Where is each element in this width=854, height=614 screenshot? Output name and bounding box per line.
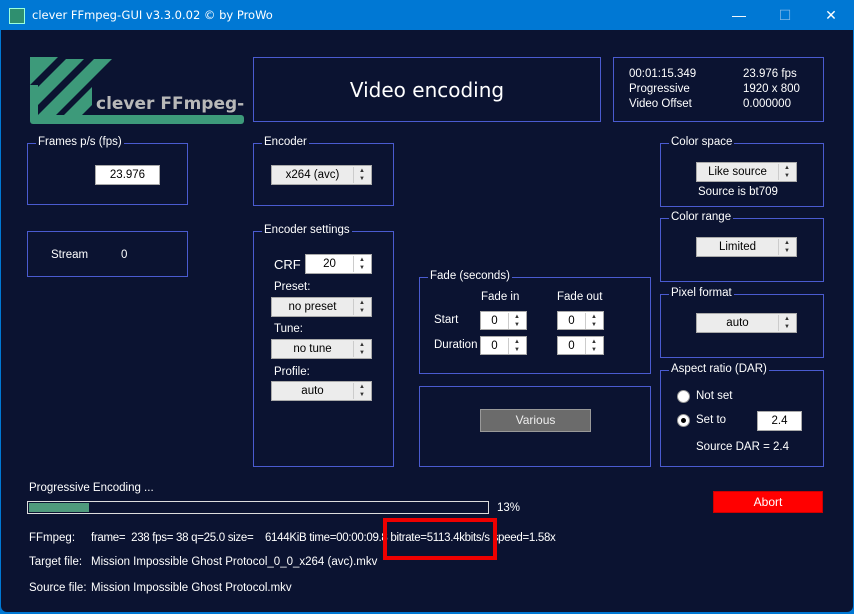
stream-label: Stream — [51, 249, 89, 261]
fps-info: 23.976 fps — [743, 68, 797, 80]
value: 2.4 — [771, 415, 788, 427]
source-file: Mission Impossible Ghost Protocol.mkv — [91, 582, 292, 594]
tune-spinner[interactable]: no tune ▲ ▼ — [271, 339, 372, 359]
pixel-format-legend: Pixel format — [669, 287, 734, 299]
crf-value: 20 — [323, 258, 336, 270]
value: auto — [726, 317, 749, 329]
ffmpeg-label: FFmpeg: — [29, 532, 76, 544]
fps-value: 23.976 — [109, 169, 146, 181]
spin-arrows-icon[interactable]: ▲ ▼ — [585, 337, 602, 354]
value: 0 — [568, 314, 575, 327]
crf-label: CRF — [274, 257, 301, 272]
info-panel: 00:01:15.349 23.976 fps Progressive 1920… — [613, 57, 824, 122]
source-label: Source file: — [29, 582, 87, 594]
pixel-format-group: Pixel format auto ▲ ▼ — [660, 287, 824, 358]
value: Like source — [708, 166, 767, 178]
title-panel: Video encoding — [253, 57, 601, 122]
source-dar: Source DAR = 2.4 — [696, 441, 790, 453]
value: 0 — [491, 314, 498, 327]
spin-arrows-icon[interactable]: ▲ ▼ — [778, 315, 795, 331]
aspect-legend: Aspect ratio (DAR) — [669, 363, 769, 375]
start-label: Start — [434, 314, 459, 326]
spin-arrows-icon[interactable]: ▲ ▼ — [508, 337, 525, 354]
various-button[interactable]: Various — [480, 409, 591, 432]
not-set-radio[interactable] — [677, 390, 690, 403]
not-set-label: Not set — [696, 390, 733, 402]
profile-label: Profile: — [274, 366, 310, 378]
pixel-format-spinner[interactable]: auto ▲ ▼ — [696, 313, 797, 333]
spin-arrows-icon[interactable]: ▲ ▼ — [353, 341, 370, 357]
logo-text: clever FFmpeg-GUI — [96, 94, 244, 114]
duration: 00:01:15.349 — [629, 68, 697, 80]
encoder-group: Encoder x264 (avc) ▲ ▼ — [253, 136, 394, 206]
preset-label: Preset: — [274, 281, 311, 293]
set-to-label: Set to — [696, 414, 727, 426]
color-space-legend: Color space — [669, 136, 735, 148]
spin-arrows-icon[interactable]: ▲ ▼ — [353, 167, 370, 183]
offset-value: 0.000000 — [743, 98, 791, 110]
value: 0 — [491, 339, 498, 352]
value: 0 — [568, 339, 575, 352]
frames-legend: Frames p/s (fps) — [36, 136, 124, 148]
encoder-value: x264 (avc) — [285, 169, 340, 181]
encoder-legend: Encoder — [262, 136, 309, 148]
spin-arrows-icon[interactable]: ▲ ▼ — [778, 164, 795, 180]
spin-arrows-icon[interactable]: ▲ ▼ — [778, 239, 795, 255]
duration-label: Duration — [434, 339, 478, 351]
stream-value: 0 — [121, 249, 128, 261]
spin-arrows-icon[interactable]: ▲ ▼ — [508, 312, 525, 329]
fade-out-start-spinner[interactable]: 0 ▲ ▼ — [557, 311, 604, 330]
progress-bar — [27, 501, 489, 514]
scan-type: Progressive — [629, 83, 690, 95]
color-range-spinner[interactable]: Limited ▲ ▼ — [696, 237, 797, 257]
color-space-spinner[interactable]: Like source ▲ ▼ — [696, 162, 797, 182]
target-label: Target file: — [29, 556, 83, 568]
offset-label: Video Offset — [629, 98, 692, 110]
aspect-ratio-group: Aspect ratio (DAR) Not set Set to 2.4 So… — [660, 363, 824, 467]
preset-spinner[interactable]: no preset ▲ ▼ — [271, 297, 372, 317]
preset-value: no preset — [288, 301, 337, 313]
fade-in-label: Fade in — [481, 291, 520, 303]
highlight-box — [383, 518, 497, 560]
frames-group: Frames p/s (fps) 23.976 — [27, 136, 188, 205]
dar-input[interactable]: 2.4 — [757, 411, 802, 431]
encoder-settings-legend: Encoder settings — [262, 224, 352, 236]
page-title: Video encoding — [349, 77, 505, 102]
fade-out-label: Fade out — [557, 291, 603, 303]
abort-button[interactable]: Abort — [713, 491, 823, 513]
ffmpeg-logo-icon: clever FFmpeg-GUI — [30, 57, 278, 124]
main-window: clever FFmpeg-GUI Video encoding 00:01:1… — [1, 30, 853, 612]
logo: clever FFmpeg-GUI — [28, 55, 278, 127]
spin-arrows-icon[interactable]: ▲ ▼ — [353, 383, 370, 399]
stream-panel: Stream 0 — [27, 231, 188, 277]
source-color-space: Source is bt709 — [698, 186, 778, 198]
spin-arrows-icon[interactable]: ▲ ▼ — [585, 312, 602, 329]
encoder-spinner[interactable]: x264 (avc) ▲ ▼ — [271, 165, 372, 185]
tune-value: no tune — [293, 343, 332, 355]
fps-input[interactable]: 23.976 — [95, 165, 160, 185]
color-range-legend: Color range — [669, 211, 734, 223]
fade-legend: Fade (seconds) — [428, 270, 512, 282]
progress-percent: 13% — [497, 502, 521, 514]
progress-status: Progressive Encoding ... — [29, 482, 154, 494]
fade-in-start-spinner[interactable]: 0 ▲ ▼ — [480, 311, 527, 330]
profile-value: auto — [301, 385, 324, 397]
fade-out-duration-spinner[interactable]: 0 ▲ ▼ — [557, 336, 604, 355]
resolution: 1920 x 800 — [743, 83, 800, 95]
encoder-settings-group: Encoder settings CRF 20 ▲ ▼ Preset: no pre… — [253, 224, 394, 467]
fade-in-duration-spinner[interactable]: 0 ▲ ▼ — [480, 336, 527, 355]
color-space-group: Color space Like source ▲ ▼ Source is bt70… — [660, 136, 824, 207]
value: Limited — [718, 241, 757, 253]
spin-arrows-icon[interactable]: ▲ ▼ — [353, 299, 370, 315]
color-range-group: Color range Limited ▲ ▼ — [660, 211, 824, 282]
fade-group: Fade (seconds) Fade in Fade out Start Du… — [419, 270, 651, 374]
crf-spinner[interactable]: 20 ▲ ▼ — [305, 254, 372, 274]
progress-fill — [29, 503, 89, 512]
spin-arrows-icon[interactable]: ▲ ▼ — [353, 256, 370, 272]
set-to-radio[interactable] — [677, 414, 690, 427]
target-file: Mission Impossible Ghost Protocol_0_0_x2… — [91, 556, 378, 568]
various-panel: Various — [419, 386, 651, 467]
profile-spinner[interactable]: auto ▲ ▼ — [271, 381, 372, 401]
tune-label: Tune: — [274, 323, 303, 335]
